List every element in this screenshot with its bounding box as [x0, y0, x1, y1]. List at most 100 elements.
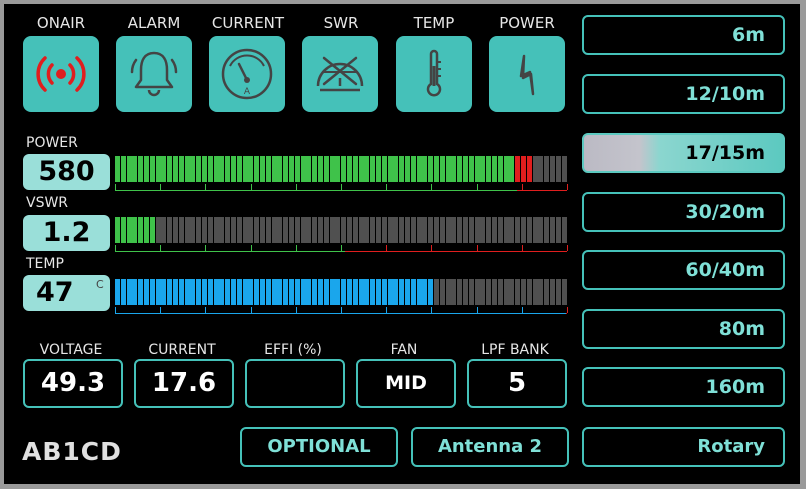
temp-unit: C — [96, 278, 104, 291]
voltage-label: VOLTAGE — [39, 342, 103, 358]
antenna-button[interactable]: Antenna 2 — [411, 427, 569, 467]
bar-segment — [399, 156, 405, 182]
bar-segment — [254, 217, 260, 243]
bar-segment — [550, 217, 555, 243]
bar-segment — [318, 156, 323, 182]
bar-segment — [503, 217, 509, 243]
bar-segment — [509, 217, 515, 243]
bar-segment — [480, 279, 486, 305]
bar-segment — [463, 156, 468, 182]
bar-segment — [289, 279, 294, 305]
bar-segment — [155, 279, 161, 305]
bar-segment — [149, 156, 155, 182]
bar-segment — [178, 156, 184, 182]
bar-segment — [323, 156, 329, 182]
bar-segment — [515, 156, 521, 182]
bar-segment — [457, 279, 463, 305]
bar-segment — [480, 156, 486, 182]
power-tile[interactable] — [489, 36, 565, 112]
band-button-6m[interactable]: 6m — [582, 15, 785, 55]
bar-segment — [422, 217, 428, 243]
scale-tick — [567, 184, 568, 190]
bar-segment — [173, 217, 178, 243]
bar-segment — [538, 156, 544, 182]
current-tile[interactable]: A — [209, 36, 285, 112]
scale-tick — [160, 307, 161, 313]
scale-tick — [160, 245, 161, 251]
bar-segment — [294, 156, 300, 182]
current-value: 17.6 — [134, 359, 234, 408]
band-button-30-20m[interactable]: 30/20m — [582, 192, 785, 232]
band-label: 60/40m — [685, 259, 765, 281]
bar-segment — [358, 217, 364, 243]
band-button-80m[interactable]: 80m — [582, 309, 785, 349]
bar-segment — [329, 217, 335, 243]
bar-segment — [196, 279, 202, 305]
alarm-tile[interactable] — [116, 36, 192, 112]
bar-segment — [213, 217, 219, 243]
bar-segment — [445, 279, 451, 305]
bar-segment — [260, 156, 265, 182]
fan-value[interactable]: MID — [356, 359, 456, 408]
bar-segment — [480, 217, 486, 243]
bar-segment — [381, 217, 387, 243]
temp-tile[interactable] — [396, 36, 472, 112]
bar-segment — [335, 156, 341, 182]
bar-segment — [434, 156, 439, 182]
onair-tile[interactable] — [23, 36, 99, 112]
bar-segment — [405, 217, 410, 243]
bar-segment — [289, 156, 294, 182]
swr-tile[interactable] — [302, 36, 378, 112]
scale-tick — [205, 307, 206, 313]
bar-segment — [393, 279, 399, 305]
temp-bar — [115, 279, 567, 305]
bar-segment — [347, 279, 352, 305]
swr-label: SWR — [323, 14, 359, 32]
bar-segment — [115, 279, 120, 305]
bar-segment — [451, 156, 457, 182]
bar-segment — [225, 279, 231, 305]
bar-segment — [451, 279, 457, 305]
scale-tick — [431, 307, 432, 313]
bar-segment — [463, 279, 468, 305]
bar-segment — [463, 217, 468, 243]
bar-segment — [561, 156, 567, 182]
band-button-17-15m[interactable]: 17/15m — [582, 133, 785, 173]
bar-segment — [376, 217, 381, 243]
svg-text:A: A — [244, 87, 251, 97]
onair-icon — [36, 56, 86, 92]
bar-segment — [428, 279, 434, 305]
scale-tick — [115, 184, 116, 190]
power-status-label: POWER — [499, 14, 555, 32]
bar-segment — [451, 217, 457, 243]
bar-segment — [381, 279, 387, 305]
scale-tick — [296, 184, 297, 190]
voltage-value: 49.3 — [23, 359, 123, 408]
bar-segment — [236, 279, 242, 305]
band-button-160m[interactable]: 160m — [582, 367, 785, 407]
rotary-label: Rotary — [697, 436, 765, 457]
bar-segment — [352, 156, 358, 182]
power-bar — [115, 156, 567, 182]
bar-segment — [555, 279, 561, 305]
bar-segment — [329, 156, 335, 182]
lpf-bank-value[interactable]: 5 — [467, 359, 567, 408]
bar-segment — [341, 217, 347, 243]
scale-tick — [115, 245, 116, 251]
optional-button[interactable]: OPTIONAL — [240, 427, 398, 467]
band-button-12-10m[interactable]: 12/10m — [582, 74, 785, 114]
rotary-button[interactable]: Rotary — [582, 427, 785, 467]
scale-tick — [251, 307, 252, 313]
scale-tick — [205, 184, 206, 190]
bar-segment — [393, 217, 399, 243]
bar-segment — [416, 279, 422, 305]
bar-segment — [236, 156, 242, 182]
band-button-60-40m[interactable]: 60/40m — [582, 250, 785, 290]
bar-segment — [231, 217, 236, 243]
bar-segment — [265, 217, 271, 243]
bar-segment — [190, 156, 196, 182]
bar-segment — [260, 279, 265, 305]
scale-line — [115, 190, 517, 191]
bar-segment — [161, 217, 167, 243]
bar-segment — [155, 156, 161, 182]
